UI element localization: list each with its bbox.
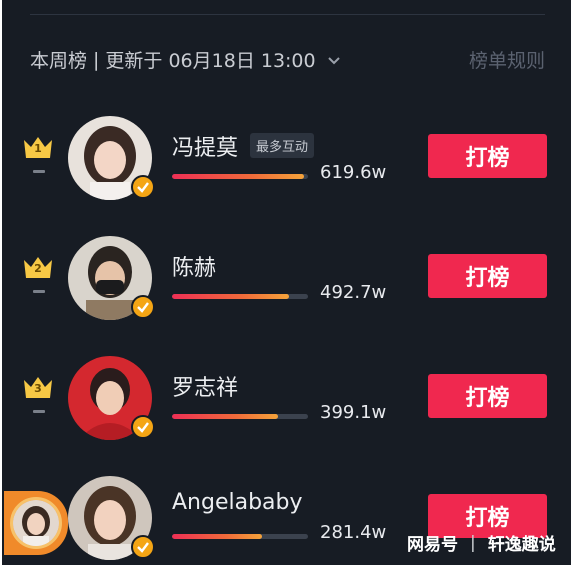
my-avatar-image [10, 497, 62, 549]
verified-badge-icon [131, 535, 155, 559]
update-time: 更新于 06月18日 13:00 [105, 50, 316, 72]
watermark: 网易号 | 轩逸趣说 [407, 530, 556, 556]
progress-bar [172, 174, 308, 179]
score-value: 281.4w [320, 522, 387, 543]
verified-badge-icon [131, 415, 155, 439]
progress-fill [172, 294, 289, 299]
rank-indicator: 1 [22, 134, 56, 182]
user-name[interactable]: 陈赫 [172, 250, 216, 282]
user-name[interactable]: 罗志祥 [172, 370, 238, 402]
ranking-row-3: 3 罗志祥 399.1w 打榜 [2, 356, 571, 456]
ranking-row-2: 2 陈赫 492.7w 打榜 [2, 236, 571, 336]
top-divider [30, 14, 545, 15]
rank-number: 1 [34, 142, 42, 155]
my-avatar[interactable] [4, 491, 68, 555]
user-name[interactable]: Angelababy [172, 490, 303, 515]
score-value: 619.6w [320, 162, 387, 183]
progress-bar [172, 414, 308, 419]
leaderboard-panel: 本周榜 | 更新于 06月18日 13:00 榜单规则 1 冯提莫 最多互动 6… [2, 0, 571, 565]
vote-button[interactable]: 打榜 [428, 134, 547, 178]
score-value: 399.1w [320, 402, 387, 423]
watermark-separator: | [470, 532, 476, 553]
header-separator: | [93, 48, 100, 71]
rank-number: 2 [34, 262, 42, 275]
vote-button[interactable]: 打榜 [428, 374, 547, 418]
rank-indicator: 2 [22, 254, 56, 302]
period-label: 本周榜 [30, 50, 88, 72]
progress-bar [172, 534, 308, 539]
rank-indicator: 3 [22, 374, 56, 422]
rank-number: 3 [34, 382, 42, 395]
period-selector[interactable]: 本周榜 | 更新于 06月18日 13:00 [30, 46, 342, 73]
user-name[interactable]: 冯提莫 [172, 130, 238, 162]
chevron-down-icon[interactable] [326, 52, 342, 68]
flat-dash-icon [33, 410, 45, 413]
watermark-brand: 网易号 [407, 535, 458, 555]
score-value: 492.7w [320, 282, 387, 303]
progress-fill [172, 174, 304, 179]
vote-button[interactable]: 打榜 [428, 254, 547, 298]
rules-link[interactable]: 榜单规则 [469, 46, 545, 73]
progress-bar [172, 294, 308, 299]
verified-badge-icon [131, 295, 155, 319]
progress-fill [172, 534, 262, 539]
flat-dash-icon [33, 290, 45, 293]
verified-badge-icon [131, 175, 155, 199]
watermark-author: 轩逸趣说 [487, 535, 556, 555]
most-interaction-tag: 最多互动 [250, 133, 315, 158]
progress-fill [172, 414, 279, 419]
flat-dash-icon [33, 170, 45, 173]
ranking-row-1: 1 冯提莫 最多互动 619.6w 打榜 [2, 116, 571, 216]
